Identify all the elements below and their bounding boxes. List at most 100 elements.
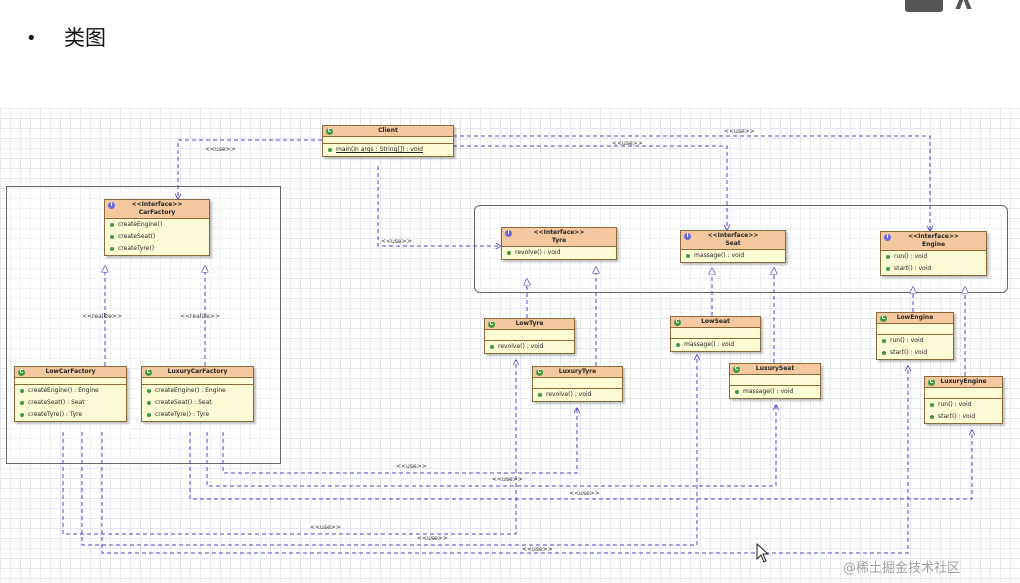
class-name: Seat: [725, 240, 741, 247]
method-row: run() : void: [881, 251, 986, 263]
class-client[interactable]: C Client main(in args : String[]) : void: [322, 125, 454, 157]
method-row: revolve() : void: [485, 341, 574, 353]
attributes-section: [730, 375, 820, 386]
attributes-section: [671, 328, 760, 339]
attributes-section: [485, 330, 574, 341]
method-row: run() : void: [877, 335, 953, 347]
label-use-luxuryseat: <<use>>: [492, 476, 523, 483]
attributes-section: [533, 378, 622, 389]
method-row: createEngine() : Engine: [142, 385, 253, 397]
label-use-lowseat: <<use>>: [417, 535, 448, 542]
class-name: Tyre: [551, 237, 567, 244]
class-icon: C: [536, 369, 543, 376]
attributes-section: [925, 388, 1002, 399]
methods-section: revolve() : void: [533, 389, 622, 401]
methods-section: run() : void start() : void: [877, 335, 953, 359]
class-name: LowEngine: [896, 314, 934, 321]
use-luxuryfactory-luxuryengine: [189, 430, 972, 500]
class-luxurytyre[interactable]: C LuxuryTyre revolve() : void: [532, 366, 623, 402]
methods-section: createEngine() : Engine createSeat() : S…: [142, 385, 253, 421]
method-row: main(in args : String[]) : void: [323, 144, 453, 156]
class-icon: C: [733, 366, 740, 373]
label-use-client-tyre: <<use>>: [381, 238, 412, 245]
class-luxuryseat[interactable]: C LuxurySeat massage() : void: [729, 363, 821, 399]
class-lowseat[interactable]: C LowSeat massage() : void: [670, 316, 761, 352]
class-lowcarfactory[interactable]: C LowCarFactory createEngine() : Engine c…: [14, 366, 127, 422]
label-use-client-engine: <<use>>: [724, 128, 755, 135]
methods-section: revolve() : void: [502, 247, 616, 259]
method-row: createTyre() : Tyre: [15, 409, 126, 421]
method-row: createTyre(): [105, 243, 209, 255]
method-row: createEngine(): [105, 219, 209, 231]
class-icon: C: [488, 321, 495, 328]
methods-section: main(in args : String[]) : void: [323, 144, 453, 156]
method-row: start() : void: [925, 411, 1002, 423]
label-realize-luxuryfactory: <<realize>>: [180, 313, 220, 320]
class-name: Client: [378, 127, 398, 134]
attributes-section: [15, 378, 126, 385]
stereotype: <<Interface>>: [131, 201, 183, 208]
class-name: Engine: [921, 241, 946, 248]
use-luxuryfactory-luxuryseat: [206, 405, 776, 487]
class-name: LowCarFactory: [45, 368, 96, 375]
methods-section: massage() : void: [730, 386, 820, 398]
class-name: LowSeat: [701, 318, 730, 325]
methods-section: run() : void start() : void: [925, 399, 1002, 423]
label-realize-lowfactory: <<realize>>: [82, 313, 122, 320]
method-row: createSeat(): [105, 231, 209, 243]
interface-icon: I: [505, 230, 512, 237]
class-lowengine[interactable]: C LowEngine run() : void start() : void: [876, 312, 954, 360]
class-luxuryengine[interactable]: C LuxuryEngine run() : void start() : voi…: [924, 376, 1003, 424]
label-use-client-seat: <<use>>: [612, 140, 643, 147]
method-row: massage() : void: [681, 250, 785, 262]
class-name: LuxuryEngine: [940, 378, 987, 385]
class-icon: C: [928, 379, 935, 386]
class-name: LuxurySeat: [755, 365, 795, 372]
watermark-text: @稀土掘金技术社区: [843, 561, 961, 576]
interface-icon: I: [108, 202, 115, 209]
interface-seat[interactable]: I <<Interface>> Seat massage() : void: [680, 230, 786, 263]
methods-section: createEngine() createSeat() createTyre(): [105, 219, 209, 255]
class-lowtyre[interactable]: C LowTyre revolve() : void: [484, 318, 575, 354]
methods-section: massage() : void: [671, 339, 760, 351]
interface-engine[interactable]: I <<Interface>> Engine run() : void start(…: [880, 231, 987, 276]
methods-section: revolve() : void: [485, 341, 574, 353]
use-client-tyre: [377, 166, 501, 246]
class-icon: C: [326, 128, 333, 135]
class-icon: C: [674, 319, 681, 326]
class-name: LowTyre: [515, 320, 544, 327]
methods-section: run() : void start() : void: [881, 251, 986, 275]
methods-section: createEngine() : Engine createSeat() : S…: [15, 385, 126, 421]
interface-icon: I: [684, 233, 691, 240]
use-client-carfactory: [178, 139, 322, 199]
label-use-luxurytyre: <<use>>: [396, 463, 427, 470]
attributes-section: [323, 137, 453, 144]
label-use-lowtyre: <<use>>: [310, 524, 341, 531]
method-row: revolve() : void: [502, 247, 616, 259]
method-row: createEngine() : Engine: [15, 385, 126, 397]
stereotype: <<Interface>>: [707, 232, 759, 239]
class-icon: C: [145, 369, 152, 376]
methods-section: massage() : void: [681, 250, 785, 262]
interface-icon: I: [884, 234, 891, 241]
method-row: massage() : void: [671, 339, 760, 351]
method-row: revolve() : void: [533, 389, 622, 401]
method-row: createSeat() : Seat: [142, 397, 253, 409]
mouse-cursor-icon: [756, 543, 770, 563]
label-use-client-carfactory: <<use>>: [205, 146, 236, 153]
use-client-seat: [453, 145, 727, 230]
interface-tyre[interactable]: I <<Interface>> Tyre revolve() : void: [501, 227, 617, 260]
class-icon: C: [18, 369, 25, 376]
method-row: massage() : void: [730, 386, 820, 398]
attributes-section: [142, 378, 253, 385]
class-icon: C: [880, 315, 887, 322]
class-name: LuxuryTyre: [558, 368, 597, 375]
method-row: createTyre() : Tyre: [142, 409, 253, 421]
method-row: start() : void: [881, 263, 986, 275]
method-row: run() : void: [925, 399, 1002, 411]
class-luxurycarfactory[interactable]: C LuxuryCarFactory createEngine() : Engin…: [141, 366, 254, 422]
class-name: CarFactory: [138, 209, 176, 216]
interface-carfactory[interactable]: I <<Interface>> CarFactory createEngine() …: [104, 199, 210, 256]
attributes-section: [877, 324, 953, 335]
label-use-luxuryengine: <<use>>: [569, 490, 600, 497]
